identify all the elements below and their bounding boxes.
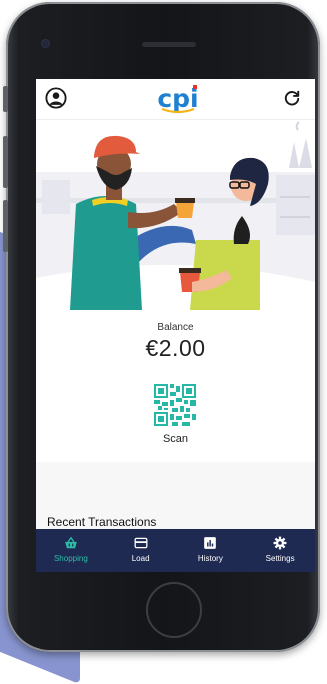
bottom-navigation: Shopping Load History Settings bbox=[36, 529, 315, 572]
hero-illustration bbox=[36, 120, 315, 310]
top-bar: cpi bbox=[36, 79, 315, 120]
mute-switch bbox=[3, 86, 8, 112]
volume-up-button bbox=[3, 136, 8, 188]
logo-dot-icon bbox=[193, 85, 197, 89]
chart-icon bbox=[204, 537, 217, 549]
qr-code-icon[interactable] bbox=[154, 384, 196, 426]
refresh-icon[interactable] bbox=[282, 88, 302, 108]
cpi-logo: cpi bbox=[157, 84, 199, 114]
front-camera bbox=[42, 40, 49, 47]
phone-frame: cpi Balance €2.00 Scan Recent Transactio… bbox=[3, 2, 320, 652]
nav-item-history[interactable]: History bbox=[176, 529, 246, 572]
balance-label: Balance bbox=[157, 322, 194, 333]
nav-label-history: History bbox=[197, 554, 223, 563]
balance-amount: €2.00 bbox=[145, 335, 206, 361]
basket-icon bbox=[65, 536, 77, 549]
earpiece-speaker bbox=[142, 42, 196, 47]
nav-item-shopping[interactable]: Shopping bbox=[36, 529, 106, 572]
nav-item-settings[interactable]: Settings bbox=[245, 529, 315, 572]
nav-item-load[interactable]: Load bbox=[106, 529, 176, 572]
profile-icon[interactable] bbox=[45, 87, 67, 109]
nav-label-shopping: Shopping bbox=[53, 554, 88, 563]
card-icon bbox=[134, 537, 148, 549]
volume-down-button bbox=[3, 200, 8, 252]
recent-transactions-title: Recent Transactions bbox=[47, 515, 157, 529]
home-button[interactable] bbox=[146, 582, 202, 638]
gear-icon bbox=[273, 536, 287, 550]
nav-label-settings: Settings bbox=[265, 554, 295, 563]
app-screen: cpi Balance €2.00 Scan Recent Transactio… bbox=[36, 79, 315, 572]
nav-label-load: Load bbox=[131, 554, 150, 563]
scan-label[interactable]: Scan bbox=[36, 433, 315, 445]
